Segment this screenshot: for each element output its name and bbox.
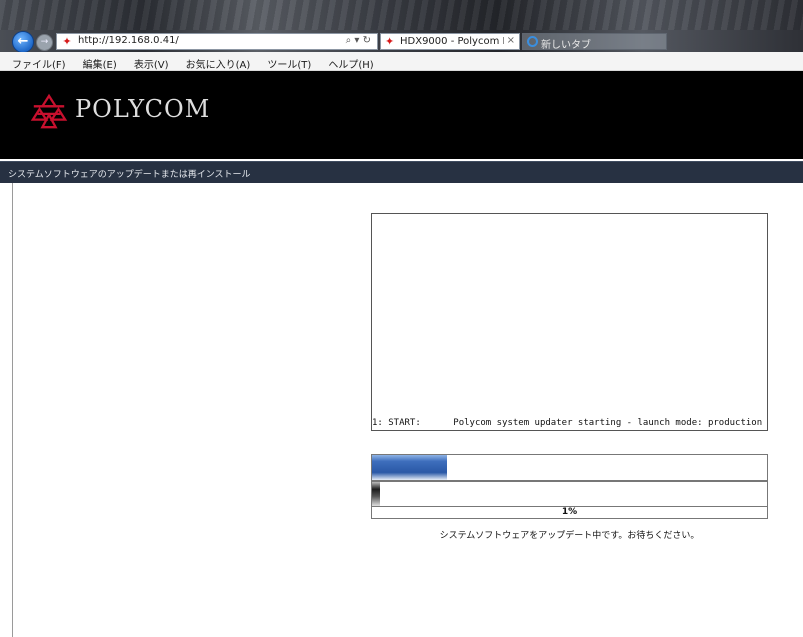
back-button[interactable]: ← <box>12 31 34 53</box>
left-divider <box>12 183 13 637</box>
forward-button[interactable]: → <box>36 34 53 51</box>
page-title: システムソフトウェアのアップデートまたは再インストール <box>8 170 251 180</box>
overall-progress-fill <box>372 455 448 480</box>
ie-tab-icon <box>527 36 538 47</box>
tab-new[interactable]: 新しいタブ <box>522 33 667 51</box>
brand-logo-text: POLYCOM <box>75 95 211 123</box>
tab-hdx9000[interactable]: ✦ HDX9000 - Polycom HD... × <box>380 33 520 50</box>
address-bar[interactable]: ✦ http://192.168.0.41/ ⌕ ▾ ↻ <box>56 33 378 50</box>
menu-bar: ファイル(F) 編集(E) 表示(V) お気に入り(A) ツール(T) ヘルプ(… <box>0 52 803 71</box>
tab-label: 新しいタブ <box>541 40 591 51</box>
menu-favorites[interactable]: お気に入り(A) <box>186 56 251 72</box>
step-progress-fill <box>372 482 380 506</box>
menu-tools[interactable]: ツール(T) <box>267 56 311 72</box>
log-line: 1: START: Polycom system updater startin… <box>372 418 763 428</box>
menu-help[interactable]: ヘルプ(H) <box>328 56 373 72</box>
address-url[interactable]: http://192.168.0.41/ <box>78 35 179 46</box>
menu-view[interactable]: 表示(V) <box>134 56 169 72</box>
menu-edit[interactable]: 編集(E) <box>83 56 117 72</box>
percent-label: 1% <box>561 507 578 517</box>
polycom-logo-icon <box>30 93 68 129</box>
window-backdrop <box>0 0 803 30</box>
tab-label: HDX9000 - Polycom HD... <box>400 36 504 47</box>
forward-arrow-icon: → <box>40 37 49 47</box>
percent-row: 1% <box>371 507 768 519</box>
polycom-favicon-icon: ✦ <box>385 35 395 48</box>
search-refresh-icons[interactable]: ⌕ ▾ ↻ <box>346 35 371 46</box>
update-log-box: 1: START: Polycom system updater startin… <box>371 213 768 431</box>
status-message: システムソフトウェアをアップデート中です。お待ちください。 <box>439 531 700 541</box>
step-progress-bar <box>371 481 768 507</box>
page-title-bar: システムソフトウェアのアップデートまたは再インストール <box>0 161 803 183</box>
close-tab-icon[interactable]: × <box>507 35 515 46</box>
overall-progress-bar <box>371 454 768 481</box>
menu-file[interactable]: ファイル(F) <box>12 56 66 72</box>
polycom-favicon-icon: ✦ <box>62 35 72 48</box>
back-arrow-icon: ← <box>17 34 29 49</box>
